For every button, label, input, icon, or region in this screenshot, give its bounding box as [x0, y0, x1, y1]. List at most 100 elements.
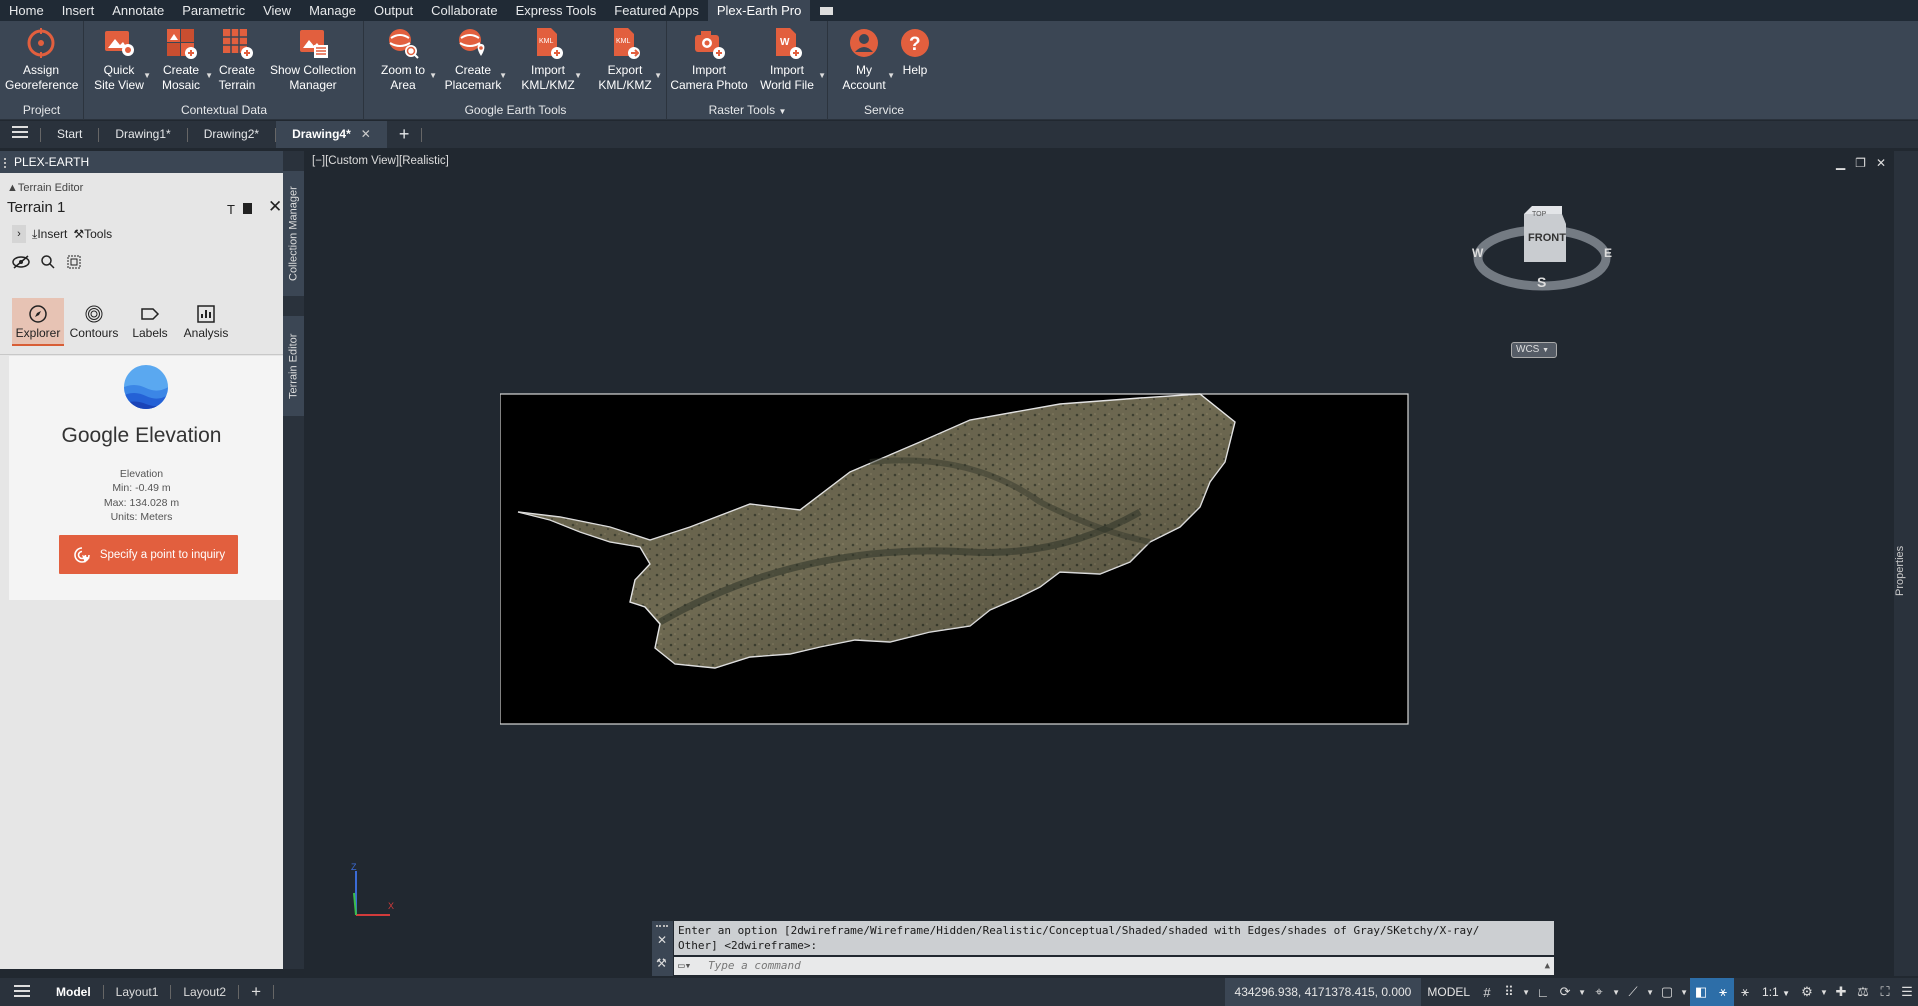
customize-wrench-icon[interactable]: ⚒: [656, 956, 667, 970]
tab-collaborate[interactable]: Collaborate: [422, 0, 507, 21]
exportkml-dropdown-icon[interactable]: ▼: [654, 68, 662, 83]
ortho-icon[interactable]: ∟: [1532, 978, 1554, 1006]
tab-explorer[interactable]: Explorer: [12, 298, 64, 346]
help-button[interactable]: ? Help: [895, 24, 935, 78]
import-kml-button[interactable]: KML Import KML/KMZ ▼: [516, 24, 582, 93]
expand-chevron-icon[interactable]: ›: [12, 225, 26, 243]
auto-scale-icon[interactable]: ⚹: [1734, 978, 1756, 1006]
zoom-extents-icon[interactable]: [66, 254, 82, 270]
command-grip[interactable]: ✕ ⚒: [652, 921, 673, 976]
tab-plex-earth-pro[interactable]: Plex-Earth Pro: [707, 0, 811, 21]
new-layout-button[interactable]: +: [239, 982, 273, 1002]
tab-featured-apps[interactable]: Featured Apps: [605, 0, 708, 21]
tab-view[interactable]: View: [254, 0, 300, 21]
zoom-to-area-button[interactable]: Zoom to Area ▼: [371, 24, 437, 93]
drawing-viewport[interactable]: [−][Custom View][Realistic] ▁ ❐ ✕ TOP FR…: [308, 151, 1894, 976]
quick-site-view-button[interactable]: Quick Site View ▼: [89, 24, 151, 93]
command-expand-icon[interactable]: ▲: [1545, 957, 1550, 975]
tab-express-tools[interactable]: Express Tools: [507, 0, 606, 21]
tab-insert[interactable]: Insert: [53, 0, 104, 21]
polar-dropdown-icon[interactable]: ▼: [1576, 978, 1588, 1006]
model-space-toggle[interactable]: MODEL: [1421, 978, 1476, 1006]
worldfile-dropdown-icon[interactable]: ▼: [818, 68, 826, 83]
wcs-dropdown[interactable]: WCS ▼: [1511, 342, 1557, 358]
side-tab-collection-manager[interactable]: Collection Manager: [283, 171, 304, 296]
osnap-dropdown-icon[interactable]: ▼: [1610, 978, 1622, 1006]
fullscreen-icon[interactable]: ⛶: [1874, 978, 1896, 1006]
viewcube[interactable]: TOP FRONT W E S: [1472, 176, 1612, 306]
coordinates-readout[interactable]: 434296.938, 4171378.415, 0.000: [1224, 978, 1422, 1006]
close-viewport-icon[interactable]: ✕: [1876, 156, 1886, 170]
create-terrain-button[interactable]: Create Terrain: [212, 24, 262, 93]
status-menu-button[interactable]: [0, 984, 44, 1000]
selection-dropdown-icon[interactable]: ▼: [1678, 978, 1690, 1006]
close-command-icon[interactable]: ✕: [657, 933, 667, 947]
layout-tab-layout1[interactable]: Layout1: [104, 985, 171, 999]
properties-side-tab[interactable]: Properties: [1894, 533, 1918, 608]
grid-icon[interactable]: #: [1476, 978, 1498, 1006]
quick-dropdown-icon[interactable]: ▼: [143, 68, 151, 83]
assign-georeference-button[interactable]: Assign Georeference: [5, 24, 78, 93]
zoom-dropdown-icon[interactable]: ▼: [429, 68, 437, 83]
command-input[interactable]: ▭▾ Type a command ▲: [674, 957, 1554, 975]
close-tab-icon[interactable]: ✕: [361, 127, 371, 141]
tab-parametric[interactable]: Parametric: [173, 0, 254, 21]
create-mosaic-button[interactable]: Create Mosaic ▼: [151, 24, 213, 93]
isolate-objects-icon[interactable]: ⚖: [1852, 978, 1874, 1006]
text-icon[interactable]: T: [227, 202, 235, 217]
panel-title-raster[interactable]: Raster Tools ▼: [668, 103, 827, 117]
layout-tab-layout2[interactable]: Layout2: [171, 985, 238, 999]
tab-drawing4[interactable]: Drawing4* ✕: [276, 121, 387, 148]
tab-manage[interactable]: Manage: [300, 0, 365, 21]
dynamic-ucs-icon[interactable]: ◧: [1690, 978, 1713, 1006]
viewcube-top-label[interactable]: TOP: [1532, 211, 1546, 218]
snap-dropdown-icon[interactable]: ▼: [1520, 978, 1532, 1006]
tab-annotate[interactable]: Annotate: [103, 0, 173, 21]
placemark-dropdown-icon[interactable]: ▼: [499, 68, 507, 83]
annotation-visibility-icon[interactable]: ⚹: [1712, 978, 1735, 1006]
side-tab-terrain-editor[interactable]: Terrain Editor: [283, 316, 304, 416]
layout-tab-model[interactable]: Model: [44, 985, 103, 999]
compass-west-label[interactable]: W: [1472, 246, 1483, 260]
snap-icon[interactable]: ⠿: [1498, 978, 1520, 1006]
specify-point-button[interactable]: Specify a point to inquiry: [59, 535, 238, 574]
search-icon[interactable]: [40, 254, 56, 270]
importkml-dropdown-icon[interactable]: ▼: [574, 68, 582, 83]
command-prompt-icon[interactable]: ▭▾: [678, 957, 691, 975]
account-dropdown-icon[interactable]: ▼: [887, 68, 895, 83]
viewcube-front-label[interactable]: FRONT: [1527, 232, 1567, 244]
insert-menu-button[interactable]: ⤓Insert: [32, 227, 67, 242]
tab-start[interactable]: Start: [41, 121, 98, 148]
annotation-scale-dropdown[interactable]: 1:1 ▼: [1756, 978, 1796, 1006]
minimize-viewport-icon[interactable]: ▁: [1836, 156, 1845, 170]
selection-cycling-icon[interactable]: ▢: [1656, 978, 1678, 1006]
polar-icon[interactable]: ⟳: [1554, 978, 1576, 1006]
tab-drawing1[interactable]: Drawing1*: [99, 121, 186, 148]
restore-viewport-icon[interactable]: ❐: [1855, 156, 1866, 170]
osnap-icon[interactable]: ⌖: [1588, 978, 1610, 1006]
compass-east-label[interactable]: E: [1604, 246, 1612, 260]
viewport-controls-label[interactable]: [−][Custom View][Realistic]: [312, 155, 449, 167]
tab-labels[interactable]: Labels: [124, 298, 176, 346]
hide-eye-icon[interactable]: [12, 255, 30, 269]
create-placemark-button[interactable]: Create Placemark ▼: [441, 24, 507, 93]
plus-icon[interactable]: ✚: [1830, 978, 1852, 1006]
tools-menu-button[interactable]: ⚒Tools: [73, 227, 112, 241]
delete-icon[interactable]: [243, 203, 252, 214]
tab-home[interactable]: Home: [0, 0, 53, 21]
show-collection-manager-button[interactable]: Show Collection Manager: [265, 24, 361, 93]
my-account-button[interactable]: My Account ▼: [835, 24, 895, 93]
tab-output[interactable]: Output: [365, 0, 422, 21]
terrain-3d-model[interactable]: [500, 392, 1410, 728]
palette-header[interactable]: PLEX-EARTH: [0, 151, 283, 173]
tab-contours[interactable]: Contours: [68, 298, 120, 346]
new-tab-button[interactable]: +: [387, 121, 422, 148]
close-palette-icon[interactable]: ✕: [268, 197, 282, 217]
gear-icon[interactable]: ⚙: [1796, 978, 1818, 1006]
tab-drawing2[interactable]: Drawing2*: [188, 121, 275, 148]
export-kml-button[interactable]: KML Export KML/KMZ ▼: [590, 24, 662, 93]
customize-menu-icon[interactable]: ☰: [1896, 978, 1918, 1006]
workspace-dropdown-icon[interactable]: ▼: [1818, 978, 1830, 1006]
lineweight-icon[interactable]: ⟋: [1622, 978, 1644, 1006]
application-menu-button[interactable]: [0, 121, 40, 148]
